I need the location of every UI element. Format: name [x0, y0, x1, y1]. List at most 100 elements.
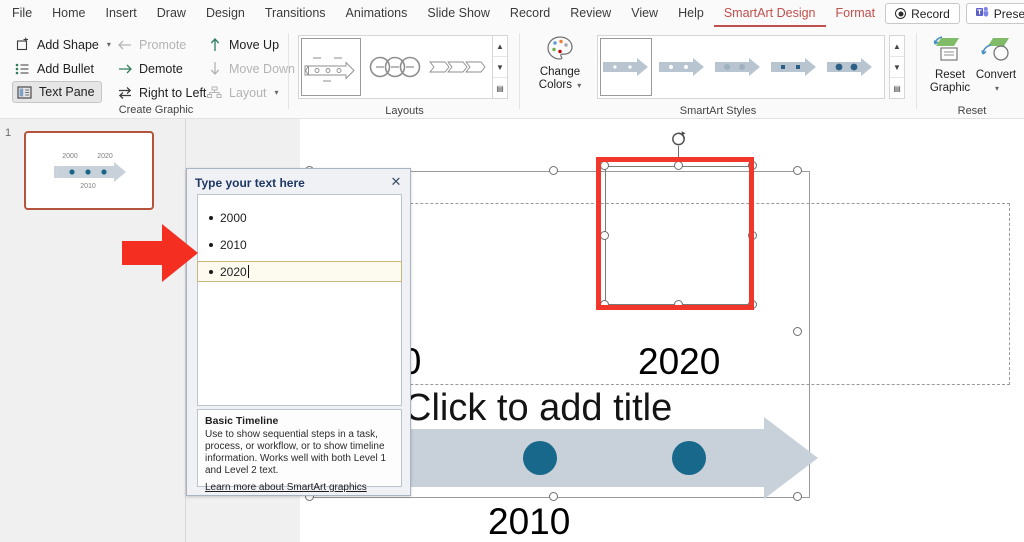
convert-chevron-down-icon[interactable]: ▾ — [974, 82, 1020, 95]
layouts-gallery-scroll[interactable]: ▲ ▼ ▤ — [492, 35, 508, 99]
layout-button: Layout ▾ — [206, 82, 279, 103]
tab-help[interactable]: Help — [668, 0, 714, 27]
present-in-teams-label: Present in Teams — [993, 6, 1024, 21]
style-option-3[interactable] — [712, 38, 764, 96]
timeline-label-2020[interactable]: 2020 — [638, 341, 720, 383]
text-pane-description: Basic Timeline Use to show sequential st… — [197, 409, 402, 493]
move-up-button[interactable]: Move Up — [206, 34, 279, 55]
demote-label: Demote — [139, 61, 183, 76]
styles-scroll-up-icon[interactable]: ▲ — [890, 36, 904, 57]
convert-button[interactable]: Convert ▾ — [972, 35, 1020, 95]
reset-graphic-label-line1: Reset — [934, 69, 966, 81]
change-colors-label-line2: Colors ▾ — [538, 79, 582, 91]
reset-graphic-button[interactable]: Reset Graphic — [926, 35, 974, 95]
timeline-node-3[interactable] — [672, 441, 706, 475]
layout-chevron-down-icon: ▾ — [274, 88, 279, 97]
style-option-5[interactable] — [824, 38, 876, 96]
annotation-arrow-icon — [122, 224, 198, 282]
slide-thumbnail-1[interactable]: 2000 2020 2010 — [24, 131, 154, 210]
move-up-arrow-icon — [206, 37, 223, 53]
layout-label: Layout — [229, 85, 267, 100]
move-down-label: Move Down — [229, 61, 295, 76]
smartart-handle-top-right[interactable] — [793, 166, 802, 175]
layouts-scroll-up-icon[interactable]: ▲ — [493, 36, 507, 57]
slide-number-label: 1 — [5, 127, 12, 139]
change-colors-button[interactable]: Change Colors ▾ — [531, 35, 589, 92]
bullet-icon — [209, 242, 213, 247]
text-pane-title: Type your text here — [195, 176, 305, 190]
tab-slide-show[interactable]: Slide Show — [417, 0, 500, 27]
present-in-teams-button[interactable]: Present in Teams — [965, 3, 1024, 24]
text-pane-item-2010[interactable]: 2010 — [198, 234, 401, 255]
timeline-label-2010[interactable]: 2010 — [488, 501, 570, 542]
style-option-2[interactable] — [656, 38, 708, 96]
close-icon[interactable]: ✕ — [388, 174, 404, 190]
layouts-gallery[interactable] — [298, 35, 493, 99]
reset-graphic-label-line2: Graphic — [929, 82, 971, 94]
ribbon-group-create-graphic: Add Shape ▾ Add Bullet Text Pane Promote… — [6, 27, 295, 119]
svg-text:2000: 2000 — [62, 153, 78, 160]
ribbon-group-reset: Reset Graphic Convert ▾ Reset — [920, 27, 1024, 119]
right-to-left-button[interactable]: Right to Left — [116, 82, 206, 103]
style-option-1[interactable] — [600, 38, 652, 96]
tab-insert[interactable]: Insert — [96, 0, 147, 27]
demote-button[interactable]: Demote — [116, 58, 183, 79]
convert-label: Convert — [975, 69, 1017, 81]
right-to-left-icon — [116, 85, 133, 101]
record-icon — [895, 8, 907, 19]
text-pane-item-2000[interactable]: 2000 — [198, 207, 401, 228]
smartart-handle-middle-right[interactable] — [793, 327, 802, 336]
move-down-arrow-icon — [206, 61, 223, 77]
rotation-handle-icon[interactable] — [670, 130, 687, 147]
text-pane-icon — [16, 84, 33, 100]
smartart-handle-bottom-center[interactable] — [549, 492, 558, 501]
layout-hierarchy-icon — [206, 85, 223, 101]
promote-arrow-left-icon — [116, 37, 133, 53]
add-shape-chevron-down-icon[interactable]: ▾ — [107, 40, 111, 49]
change-colors-chevron-down-icon[interactable]: ▾ — [577, 81, 581, 90]
demote-arrow-right-icon — [116, 61, 133, 77]
powerpoint-window: File Home Insert Draw Design Transitions… — [0, 0, 1024, 542]
text-pane-item-2020[interactable]: 2020 — [197, 261, 402, 282]
add-shape-button[interactable]: Add Shape ▾ — [14, 34, 111, 55]
tab-animations[interactable]: Animations — [336, 0, 418, 27]
tab-home[interactable]: Home — [42, 0, 95, 27]
change-colors-label-line1: Change — [539, 66, 581, 78]
learn-more-link[interactable]: Learn more about SmartArt graphics — [205, 482, 394, 493]
record-button[interactable]: Record — [885, 3, 960, 24]
smartart-handle-bottom-right[interactable] — [793, 492, 802, 501]
layouts-more-icon[interactable]: ▤ — [493, 78, 507, 98]
tab-format[interactable]: Format — [826, 0, 886, 27]
ribbon-separator-1 — [288, 33, 289, 109]
timeline-node-2[interactable] — [523, 441, 557, 475]
layouts-scroll-down-icon[interactable]: ▼ — [493, 57, 507, 78]
smartart-text-pane[interactable]: Type your text here ✕ 2000 2010 2020 Bas… — [186, 168, 411, 496]
promote-label: Promote — [139, 37, 187, 52]
add-bullet-label: Add Bullet — [37, 61, 94, 76]
tab-draw[interactable]: Draw — [147, 0, 196, 27]
tab-review[interactable]: Review — [560, 0, 621, 27]
group-label-layouts: Layouts — [385, 105, 424, 117]
tab-file[interactable]: File — [0, 0, 42, 27]
tab-design[interactable]: Design — [196, 0, 255, 27]
slide-thumbnail-pane[interactable]: 1 2000 2020 2010 — [0, 119, 186, 542]
tab-record[interactable]: Record — [500, 0, 560, 27]
layout-option-chevron-process[interactable] — [428, 38, 490, 96]
smartart-handle-top-center[interactable] — [549, 166, 558, 175]
styles-scroll-down-icon[interactable]: ▼ — [890, 57, 904, 78]
smartart-styles-gallery[interactable] — [597, 35, 885, 99]
layout-option-basic-chevron-circles[interactable] — [365, 38, 424, 96]
add-bullet-icon — [14, 61, 31, 77]
add-shape-label: Add Shape — [37, 37, 99, 52]
layout-option-basic-timeline[interactable] — [301, 38, 361, 96]
text-pane-list[interactable]: 2000 2010 2020 — [197, 194, 402, 406]
style-option-4[interactable] — [768, 38, 820, 96]
tab-view[interactable]: View — [621, 0, 668, 27]
tab-smartart-design[interactable]: SmartArt Design — [713, 0, 826, 27]
styles-more-icon[interactable]: ▤ — [890, 78, 904, 98]
text-pane-label: Text Pane — [39, 85, 95, 99]
smartart-styles-scroll[interactable]: ▲ ▼ ▤ — [889, 35, 905, 99]
text-pane-toggle-button[interactable]: Text Pane — [12, 81, 102, 103]
tab-transitions[interactable]: Transitions — [255, 0, 336, 27]
add-bullet-button[interactable]: Add Bullet — [14, 58, 94, 79]
